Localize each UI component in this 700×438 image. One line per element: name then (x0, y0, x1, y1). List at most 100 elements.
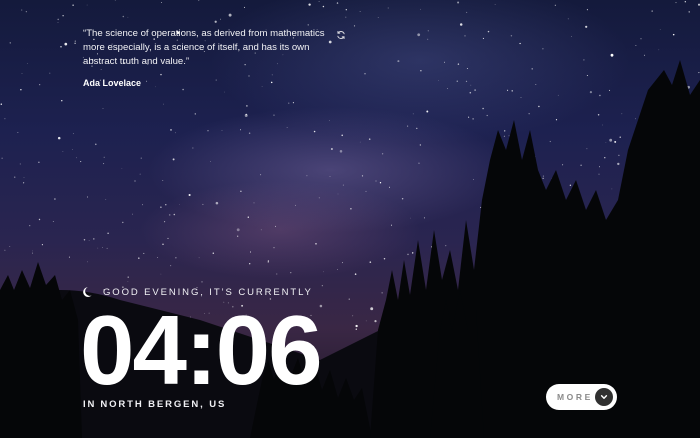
star (361, 175, 364, 177)
star (210, 160, 211, 162)
star (614, 140, 617, 143)
star (617, 162, 620, 166)
quote-block: “The science of operations, as derived f… (83, 27, 353, 88)
star (127, 281, 129, 282)
star (387, 7, 389, 9)
star (412, 113, 414, 115)
star (163, 103, 164, 105)
star (569, 184, 572, 186)
quote-text: “The science of operations, as derived f… (83, 28, 325, 67)
star (482, 37, 484, 39)
star (389, 186, 390, 188)
star (21, 9, 23, 11)
star (61, 100, 63, 102)
star (76, 157, 77, 159)
star (328, 120, 330, 121)
star (352, 315, 354, 317)
star (182, 88, 184, 91)
star (23, 177, 25, 178)
star (503, 135, 505, 137)
star (554, 4, 556, 6)
star (329, 176, 331, 178)
star (93, 238, 95, 240)
star (194, 113, 196, 115)
star (173, 213, 176, 216)
star (240, 129, 241, 131)
star (72, 4, 74, 6)
star (445, 244, 447, 247)
star (122, 15, 125, 18)
star (345, 9, 347, 11)
star (457, 63, 460, 65)
star (214, 20, 217, 23)
star (290, 272, 292, 274)
star (586, 9, 588, 11)
star (619, 136, 621, 138)
star (374, 320, 377, 323)
star (473, 178, 474, 180)
star (675, 2, 677, 4)
star (275, 225, 276, 227)
star (397, 60, 400, 63)
refresh-quote-button[interactable] (334, 28, 348, 42)
refresh-icon (337, 31, 345, 39)
clock-app: “The science of operations, as derived f… (0, 0, 700, 438)
star (245, 113, 248, 116)
star (410, 217, 411, 219)
star (97, 247, 99, 249)
star (25, 11, 27, 13)
star (247, 216, 249, 218)
star (469, 91, 472, 94)
star (39, 84, 41, 86)
star (308, 3, 311, 6)
star (315, 243, 317, 245)
quote-author: Ada Lovelace (83, 78, 142, 88)
star (41, 244, 43, 246)
more-button-label: MORE (557, 392, 593, 402)
star (260, 229, 262, 231)
star (589, 91, 593, 94)
clock-time: 04:06 (80, 295, 323, 405)
star (597, 114, 600, 116)
star (88, 240, 90, 241)
more-button[interactable]: MORE (546, 384, 617, 410)
star (105, 199, 107, 200)
star (243, 6, 246, 8)
star (294, 204, 297, 206)
star (174, 132, 176, 134)
star (64, 42, 68, 46)
star (411, 252, 414, 254)
star (87, 196, 88, 198)
star (224, 91, 225, 93)
star (598, 173, 600, 175)
star (132, 213, 133, 215)
star (377, 17, 379, 18)
star (444, 61, 446, 63)
star (140, 157, 142, 159)
star (542, 175, 544, 177)
star (122, 221, 124, 224)
star (237, 235, 239, 237)
star (21, 73, 23, 74)
star (9, 42, 11, 44)
star (62, 15, 64, 17)
star (0, 103, 3, 105)
star (365, 190, 367, 192)
star (599, 94, 601, 97)
star (172, 158, 175, 161)
location: IN NORTH BERGEN, US (83, 399, 230, 410)
star (350, 208, 352, 210)
star (427, 38, 429, 40)
star (221, 130, 223, 131)
star (375, 180, 377, 182)
star (57, 22, 59, 24)
star (339, 150, 343, 153)
star (336, 2, 339, 4)
star (337, 193, 339, 195)
star (651, 10, 653, 12)
star (143, 252, 145, 254)
star (246, 105, 248, 107)
star (74, 42, 76, 45)
star (68, 256, 70, 258)
star (470, 84, 472, 86)
